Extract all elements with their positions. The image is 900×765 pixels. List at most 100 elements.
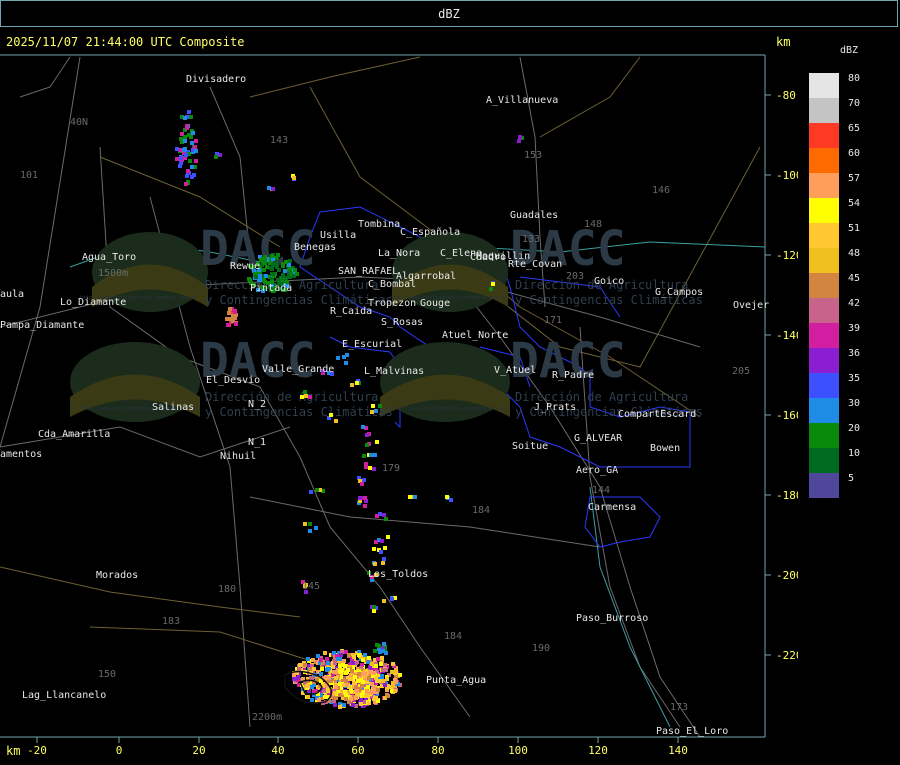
svg-text:y Contingencias Climáticas: y Contingencias Climáticas xyxy=(205,405,393,419)
place-label: 1500m xyxy=(98,268,128,279)
legend-swatch xyxy=(809,323,839,348)
place-label: 180 xyxy=(218,584,236,595)
timestamp-label: 2025/11/07 21:44:00 UTC Composite xyxy=(6,35,244,49)
place-label: N_1 xyxy=(248,437,266,448)
legend-swatch xyxy=(809,148,839,173)
legend-value: 30 xyxy=(848,398,861,409)
place-label: Lo_Diamante xyxy=(60,297,126,308)
legend-swatch xyxy=(809,248,839,273)
x-tick-label: -20 xyxy=(27,744,47,757)
y-tick-label: -140 xyxy=(776,329,798,342)
x-tick-label: 100 xyxy=(508,744,528,757)
place-label: Ovejer xyxy=(733,300,769,311)
legend-value: 45 xyxy=(848,273,861,284)
y-tick-label: -120 xyxy=(776,249,798,262)
place-label: El_Desvio xyxy=(206,375,260,386)
place-label: N_2 xyxy=(248,399,266,410)
legend-value: 54 xyxy=(848,198,861,209)
legend-swatch xyxy=(809,348,839,373)
legend-value: 65 xyxy=(848,123,861,134)
legend-value: 10 xyxy=(848,448,861,459)
place-label: A_Villanueva xyxy=(486,95,558,106)
place-label: 148 xyxy=(584,219,602,230)
place-label: Gouge xyxy=(420,298,450,309)
place-label: Bowen xyxy=(650,443,680,454)
radar-map[interactable]: DACC DACC DACC DACC Dirección de Agricul… xyxy=(0,27,803,761)
place-label: 150 xyxy=(98,669,116,680)
x-tick-label: 80 xyxy=(431,744,444,757)
place-label: G_Campos xyxy=(655,287,703,298)
legend-swatch xyxy=(809,423,839,448)
y-tick-label: -200 xyxy=(776,569,798,582)
place-label: Valle_Grande xyxy=(262,364,334,375)
legend-value: 57 xyxy=(848,173,861,184)
place-label: Pampa_Diamante xyxy=(0,320,84,331)
legend-swatch xyxy=(809,448,839,473)
place-label: SAN_RAFAEL xyxy=(338,266,398,277)
place-label: 143 xyxy=(270,135,288,146)
place-label: Salinas xyxy=(152,402,194,413)
place-label: Rte_Covan xyxy=(508,259,562,270)
legend-value: 51 xyxy=(848,223,861,234)
legend-swatch xyxy=(809,198,839,223)
place-label: Tombina xyxy=(358,219,400,230)
place-label: Tropezon xyxy=(368,298,416,309)
title-label: dBZ xyxy=(438,7,460,21)
place-label: J_Prats xyxy=(534,402,576,413)
legend-swatch xyxy=(809,223,839,248)
y-tick-label: -180 xyxy=(776,489,798,502)
place-label: 184 xyxy=(444,631,462,642)
y-tick-label: -220 xyxy=(776,649,798,662)
legend-value: 36 xyxy=(848,348,861,359)
place-label: 190 xyxy=(532,643,550,654)
place-label: amentos xyxy=(0,449,42,460)
legend-unit-label: dBZ xyxy=(840,45,859,56)
legend-swatch xyxy=(809,473,839,498)
legend-swatch xyxy=(809,373,839,398)
place-label: Carmensa xyxy=(588,502,636,513)
place-label: 133 xyxy=(522,234,540,245)
place-label: R_Padre xyxy=(552,370,594,381)
place-label: aula xyxy=(0,289,24,300)
place-label: 171 xyxy=(544,315,562,326)
legend-swatch xyxy=(809,73,839,98)
place-label: L_Malvinas xyxy=(364,366,424,377)
y-tick-label: -80 xyxy=(776,89,796,102)
legend-panel: dBZ 80 70 65 60 57 54 51 48 45 42 39 36 35 30 20 10 5 xyxy=(798,27,900,761)
place-label: Aero_GA xyxy=(576,465,618,476)
place-label: 184 xyxy=(472,505,490,516)
axis-unit-top: km xyxy=(776,35,790,49)
place-label: C_Bombal xyxy=(368,279,416,290)
place-label: C_Española xyxy=(400,227,460,238)
place-label: 153 xyxy=(524,150,542,161)
place-label: 101 xyxy=(20,170,38,181)
legend-swatch xyxy=(809,298,839,323)
place-label: Lag_Llancanelo xyxy=(22,690,106,701)
legend-swatch xyxy=(809,98,839,123)
legend-value: 39 xyxy=(848,323,861,334)
place-label: Atuel_Norte xyxy=(442,330,508,341)
place-label: Guadales xyxy=(510,210,558,221)
place-label: 40N xyxy=(70,117,88,128)
place-label: Paso_Burroso xyxy=(576,613,648,624)
legend-value: 42 xyxy=(848,298,861,309)
place-label: Los_Toldos xyxy=(368,569,428,580)
place-label: Nihuil xyxy=(220,451,256,462)
place-label: Divisadero xyxy=(186,74,246,85)
place-label: Benegas xyxy=(294,242,336,253)
place-label: R_Caida xyxy=(330,306,372,317)
y-tick-label: -100 xyxy=(776,169,798,182)
place-label: 145 xyxy=(302,581,320,592)
x-tick-label: 140 xyxy=(668,744,688,757)
radar-map-canvas[interactable]: DACC DACC DACC DACC Dirección de Agricul… xyxy=(0,27,803,761)
place-label: G_ALVEAR xyxy=(574,433,623,444)
legend-swatch xyxy=(809,273,839,298)
svg-text:y Contingencias Climáticas: y Contingencias Climáticas xyxy=(205,293,393,307)
svg-text:http://www.contingencias.mendo: http://www.contingencias.mendoza.gov.ar xyxy=(390,406,507,412)
x-tick-label: 120 xyxy=(588,744,608,757)
place-label: Punta_Agua xyxy=(426,675,486,686)
legend-swatch xyxy=(809,173,839,198)
y-tick-label: -160 xyxy=(776,409,798,422)
place-label: S_Rosas xyxy=(381,317,423,328)
legend-value: 5 xyxy=(848,473,855,484)
